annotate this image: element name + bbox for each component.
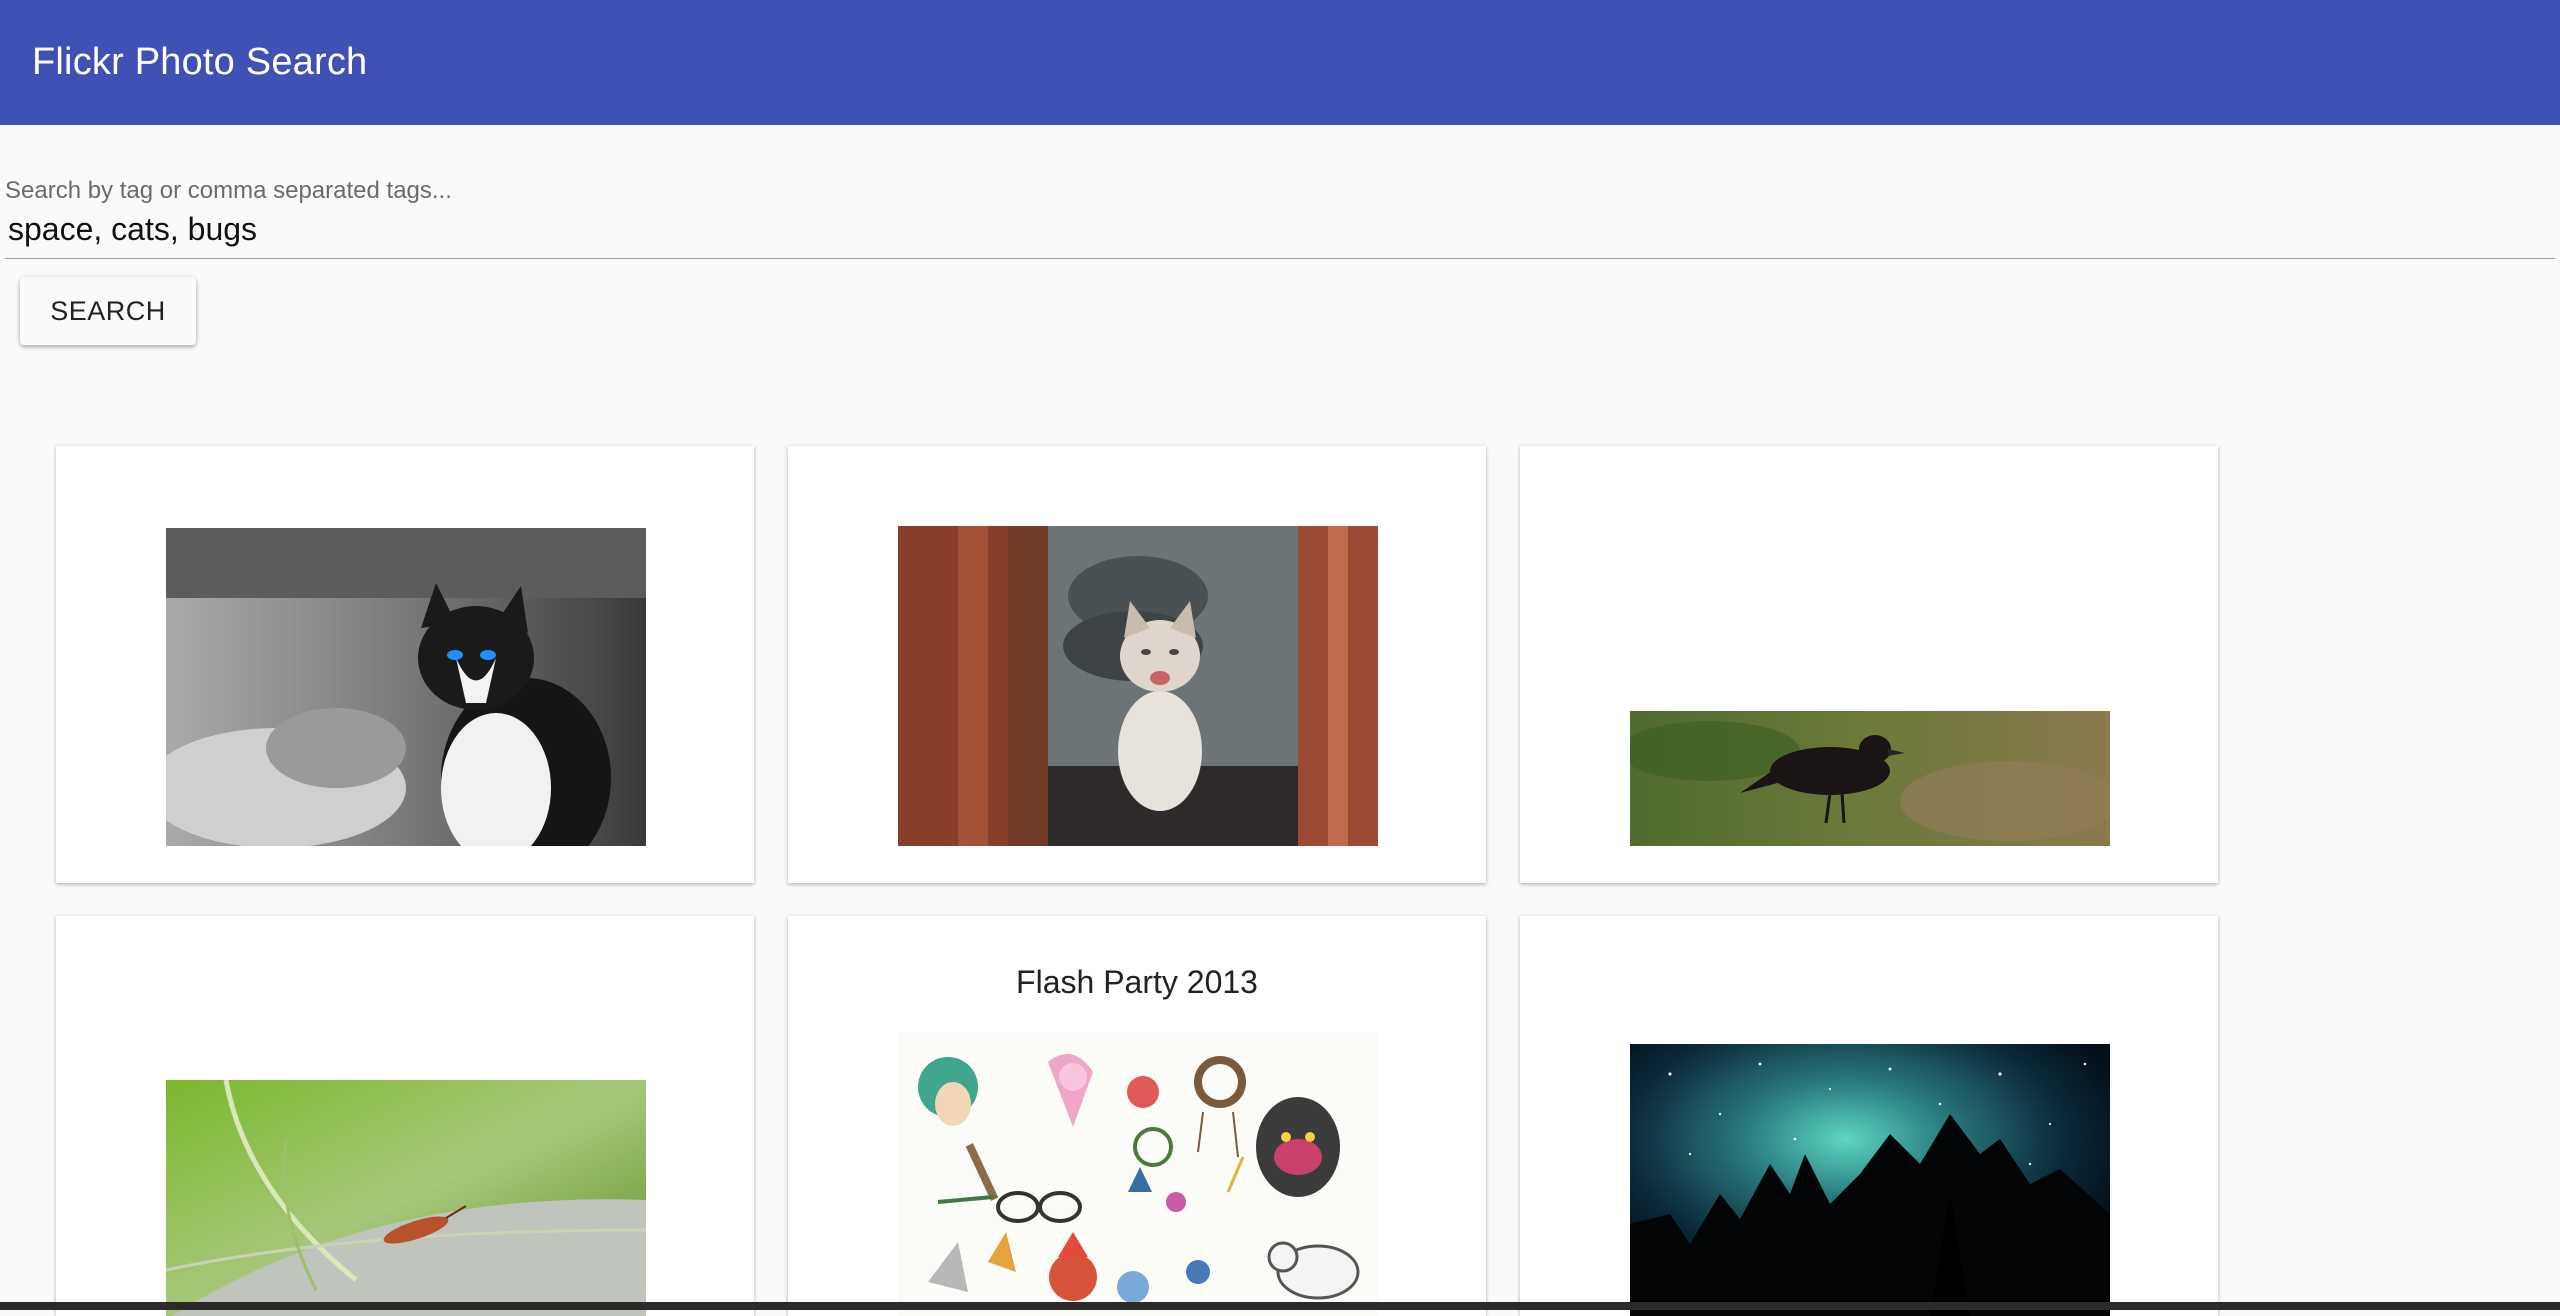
window-bottom-edge: [0, 1302, 2560, 1310]
app-bar: Flickr Photo Search: [0, 0, 2560, 125]
photo-card[interactable]: Flash Party 2013: [788, 916, 1486, 1316]
photo-title: Flash Party 2013: [1016, 964, 1258, 1000]
search-area: Search by tag or comma separated tags...…: [0, 125, 2560, 385]
search-input[interactable]: [5, 207, 2555, 259]
photo-card[interactable]: [788, 446, 1486, 883]
photo-image[interactable]: [1630, 1044, 2110, 1316]
photo-image[interactable]: [166, 528, 646, 846]
search-button[interactable]: SEARCH: [20, 277, 196, 345]
search-input-label: Search by tag or comma separated tags...: [5, 177, 452, 204]
photo-card[interactable]: [56, 916, 754, 1316]
photo-image[interactable]: [166, 1080, 646, 1316]
photo-card[interactable]: [1520, 446, 2218, 883]
photo-card[interactable]: [56, 446, 754, 883]
photo-card[interactable]: [1520, 916, 2218, 1316]
photo-image[interactable]: [898, 1032, 1378, 1316]
photo-image[interactable]: [1630, 711, 2110, 846]
photo-image[interactable]: [898, 526, 1378, 846]
app-title: Flickr Photo Search: [32, 41, 368, 83]
